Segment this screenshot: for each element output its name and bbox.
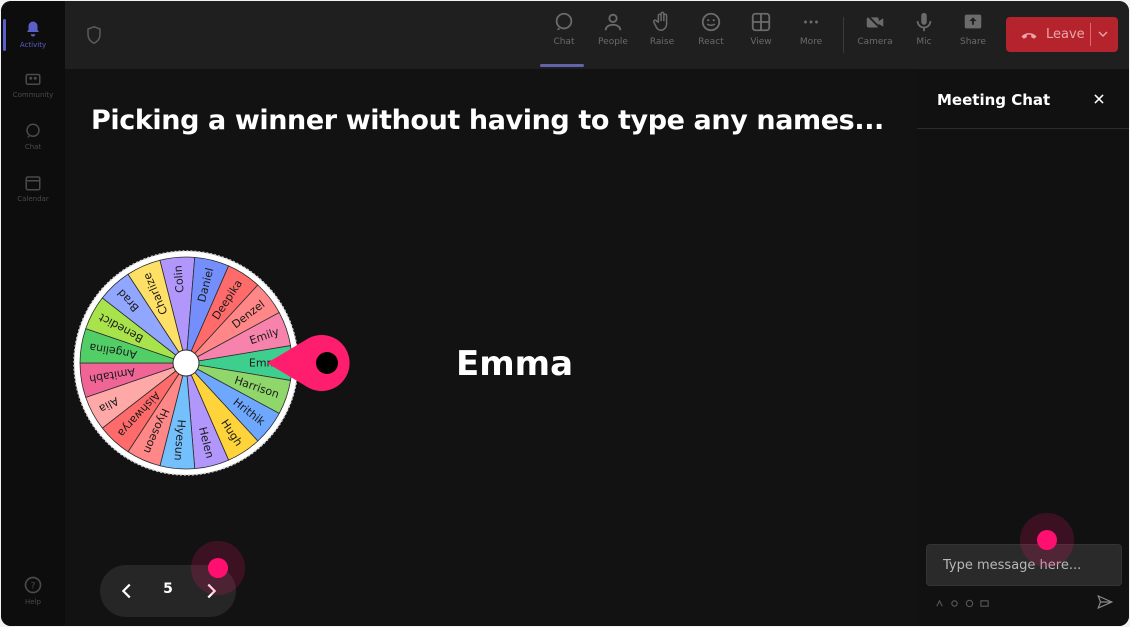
rail-item-help[interactable]: ? Help bbox=[1, 565, 65, 615]
raise-hand-icon bbox=[653, 11, 668, 31]
leave-button[interactable]: Leave bbox=[1006, 17, 1118, 52]
format-icon[interactable] bbox=[935, 599, 944, 608]
slide-headline: Picking a winner without having to type … bbox=[91, 105, 884, 136]
react-icon bbox=[701, 12, 721, 32]
toolbar-view-button[interactable]: View bbox=[739, 11, 783, 63]
meeting-toolbar: Chat People Raise React View More Camera bbox=[65, 1, 1129, 69]
wheel-segment-label: Colin bbox=[171, 265, 186, 294]
pointer-highlight bbox=[191, 541, 245, 595]
teams-window: Activity Community Chat Calendar ? Help … bbox=[1, 1, 1129, 626]
rail-item-label: Calendar bbox=[17, 194, 49, 203]
rail-item-chat[interactable]: Chat bbox=[1, 111, 65, 161]
leave-split-divider bbox=[1090, 23, 1091, 46]
page-number: 5 bbox=[163, 581, 173, 597]
chat-title: Meeting Chat bbox=[937, 91, 1051, 109]
wheel-hub bbox=[172, 349, 200, 377]
calendar-icon bbox=[25, 175, 41, 190]
rail-item-label: Activity bbox=[19, 40, 47, 49]
leave-button-label: Leave bbox=[1046, 27, 1085, 42]
gif-icon[interactable] bbox=[980, 599, 989, 608]
close-icon[interactable] bbox=[1092, 92, 1106, 106]
toolbar-share-button[interactable]: Share bbox=[951, 11, 995, 63]
wheel-pointer-dot bbox=[316, 352, 338, 374]
chevron-left-icon[interactable] bbox=[116, 579, 138, 603]
chat-format-tools bbox=[935, 599, 989, 608]
meeting-stage: Picking a winner without having to type … bbox=[65, 69, 917, 626]
toolbar-people-button[interactable]: People bbox=[591, 11, 635, 63]
camera-off-icon bbox=[866, 14, 884, 31]
rail-item-activity[interactable]: Activity bbox=[1, 9, 65, 59]
send-icon[interactable] bbox=[1096, 593, 1114, 611]
toolbar-button-label: Chat bbox=[553, 37, 575, 47]
app-rail: Activity Community Chat Calendar ? Help bbox=[1, 1, 65, 626]
people-icon bbox=[604, 13, 622, 31]
rail-item-label: Help bbox=[25, 597, 41, 606]
name-wheel[interactable]: EmmaHarrisonHrithikHughHelenHyesunHyoseo… bbox=[73, 249, 359, 479]
toolbar-button-label: Share bbox=[960, 37, 986, 47]
meeting-chat-panel: Meeting Chat bbox=[917, 69, 1129, 626]
toolbar-chat-button[interactable]: Chat bbox=[540, 11, 586, 67]
toolbar-more-button[interactable]: More bbox=[789, 11, 833, 63]
toolbar-camera-button[interactable]: Camera bbox=[853, 11, 897, 63]
chat-icon bbox=[555, 12, 573, 31]
toolbar-button-label: Camera bbox=[857, 37, 893, 47]
winner-name: Emma bbox=[456, 344, 574, 384]
rail-item-label: Community bbox=[12, 90, 54, 99]
toolbar-mic-button[interactable]: Mic bbox=[902, 11, 946, 63]
svg-text:?: ? bbox=[31, 580, 36, 591]
share-icon bbox=[964, 14, 982, 29]
help-icon: ? bbox=[24, 576, 42, 593]
attach-icon[interactable] bbox=[950, 599, 959, 608]
pointer-highlight bbox=[1020, 513, 1074, 567]
toolbar-button-label: React bbox=[698, 37, 724, 47]
toolbar-button-label: Raise bbox=[649, 37, 675, 47]
toolbar-divider bbox=[843, 17, 844, 53]
toolbar-raise-button[interactable]: Raise bbox=[640, 11, 684, 63]
toolbar-react-button[interactable]: React bbox=[689, 11, 733, 63]
chat-icon bbox=[26, 123, 40, 138]
chat-header: Meeting Chat bbox=[917, 69, 1129, 129]
phone-hangup-icon bbox=[1021, 32, 1037, 39]
more-icon bbox=[804, 20, 818, 24]
toolbar-button-label: View bbox=[750, 37, 772, 47]
bell-icon bbox=[27, 21, 39, 36]
mic-icon bbox=[916, 12, 932, 32]
toolbar-button-label: More bbox=[799, 37, 823, 47]
rail-item-calendar[interactable]: Calendar bbox=[1, 163, 65, 213]
emoji-icon[interactable] bbox=[965, 599, 974, 608]
rail-item-label: Chat bbox=[24, 142, 42, 151]
shield-icon bbox=[87, 25, 101, 45]
view-icon bbox=[751, 12, 771, 32]
toolbar-button-label: People bbox=[598, 37, 628, 47]
toolbar-button-label: Mic bbox=[916, 37, 932, 47]
community-icon bbox=[25, 73, 41, 85]
rail-item-community[interactable]: Community bbox=[1, 59, 65, 109]
chevron-down-icon[interactable] bbox=[1095, 26, 1111, 42]
